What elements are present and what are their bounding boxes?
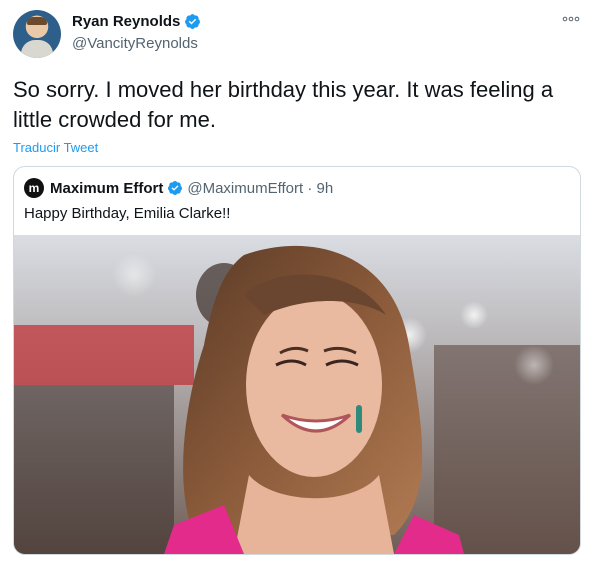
tweet-card: Ryan Reynolds @VancityReynolds So sorry.… xyxy=(0,0,593,561)
verified-badge-icon xyxy=(185,14,201,29)
author-avatar[interactable] xyxy=(13,10,61,58)
author-handle[interactable]: @VancityReynolds xyxy=(72,35,198,52)
quoted-tweet-text: Happy Birthday, Emilia Clarke!! xyxy=(24,205,231,222)
quoted-tweet[interactable]: m Maximum Effort @MaximumEffort · 9h Hap… xyxy=(13,166,581,555)
quoted-author-name[interactable]: Maximum Effort xyxy=(50,180,163,197)
portrait-photo-illustration xyxy=(14,235,580,554)
author-name[interactable]: Ryan Reynolds xyxy=(72,13,180,30)
quoted-author-avatar[interactable]: m xyxy=(24,178,44,198)
translate-tweet-link[interactable]: Traducir Tweet xyxy=(13,140,98,155)
verified-badge-icon xyxy=(168,181,183,195)
author-name-row: Ryan Reynolds xyxy=(72,13,201,30)
quoted-tweet-header: m Maximum Effort @MaximumEffort · 9h xyxy=(24,178,333,198)
tweet-text: So sorry. I moved her birthday this year… xyxy=(13,77,554,132)
quoted-tweet-photo[interactable] xyxy=(14,235,580,554)
quoted-handle-time[interactable]: @MaximumEffort · 9h xyxy=(187,180,333,197)
more-options-icon[interactable] xyxy=(561,12,581,26)
